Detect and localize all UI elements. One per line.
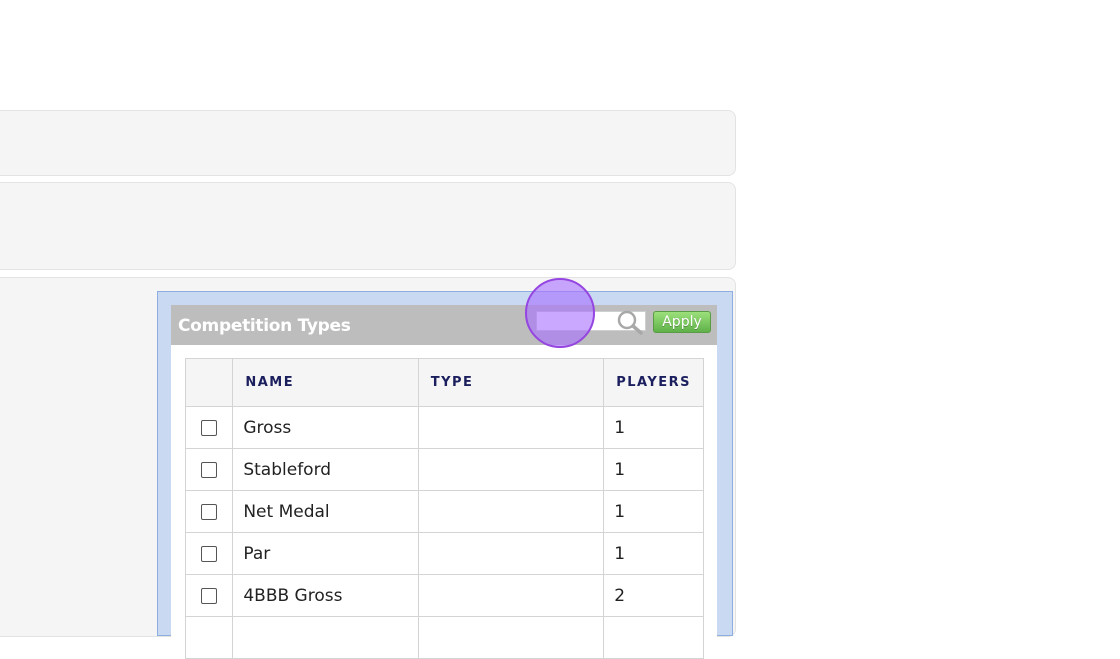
type-column-header[interactable]: TYPE	[417, 358, 605, 407]
search-icon[interactable]	[616, 309, 644, 335]
table-row[interactable]: 4BBB Gross 2	[184, 574, 704, 617]
row-players: 2	[603, 574, 704, 617]
row-name: Stableford	[232, 448, 419, 491]
table-row[interactable]: Stableford 1	[184, 448, 704, 491]
row-checkbox[interactable]	[201, 419, 218, 436]
row-checkbox[interactable]	[201, 461, 218, 478]
apply-button[interactable]: Apply	[653, 311, 711, 333]
table-row[interactable]: Par 1	[184, 532, 704, 575]
table-header-row: NAME TYPE PLAYERS	[184, 358, 704, 407]
row-checkbox[interactable]	[201, 503, 218, 520]
row-checkbox[interactable]	[201, 545, 218, 562]
row-name: Par	[232, 532, 419, 575]
name-column-header[interactable]: NAME	[232, 358, 419, 407]
competition-types-table: NAME TYPE PLAYERS Gross 1 Stableford 1 N…	[184, 358, 704, 659]
row-type	[417, 406, 605, 449]
row-name: 4BBB Gross	[232, 574, 419, 617]
row-players: 1	[603, 532, 704, 575]
background-panel	[0, 182, 736, 270]
row-checkbox[interactable]	[201, 587, 218, 604]
competition-types-dialog: Competition Types Apply NAME TYPE PLAYER…	[157, 291, 733, 659]
dialog-title: Competition Types	[178, 316, 351, 336]
dialog-body: Competition Types Apply NAME TYPE PLAYER…	[171, 305, 717, 659]
row-name: Net Medal	[232, 490, 419, 533]
row-name: Gross	[232, 406, 419, 449]
row-players: 1	[603, 490, 704, 533]
row-type	[417, 574, 605, 617]
table-row[interactable]	[184, 616, 704, 659]
row-players: 1	[603, 448, 704, 491]
row-type	[417, 448, 605, 491]
players-column-header[interactable]: PLAYERS	[603, 358, 704, 407]
row-players: 1	[603, 406, 704, 449]
row-type	[417, 490, 605, 533]
background-panel	[0, 110, 736, 176]
table-row[interactable]: Gross 1	[184, 406, 704, 449]
select-column-header	[184, 358, 234, 407]
row-type	[417, 532, 605, 575]
table-row[interactable]: Net Medal 1	[184, 490, 704, 533]
dialog-header: Competition Types Apply	[171, 305, 717, 345]
